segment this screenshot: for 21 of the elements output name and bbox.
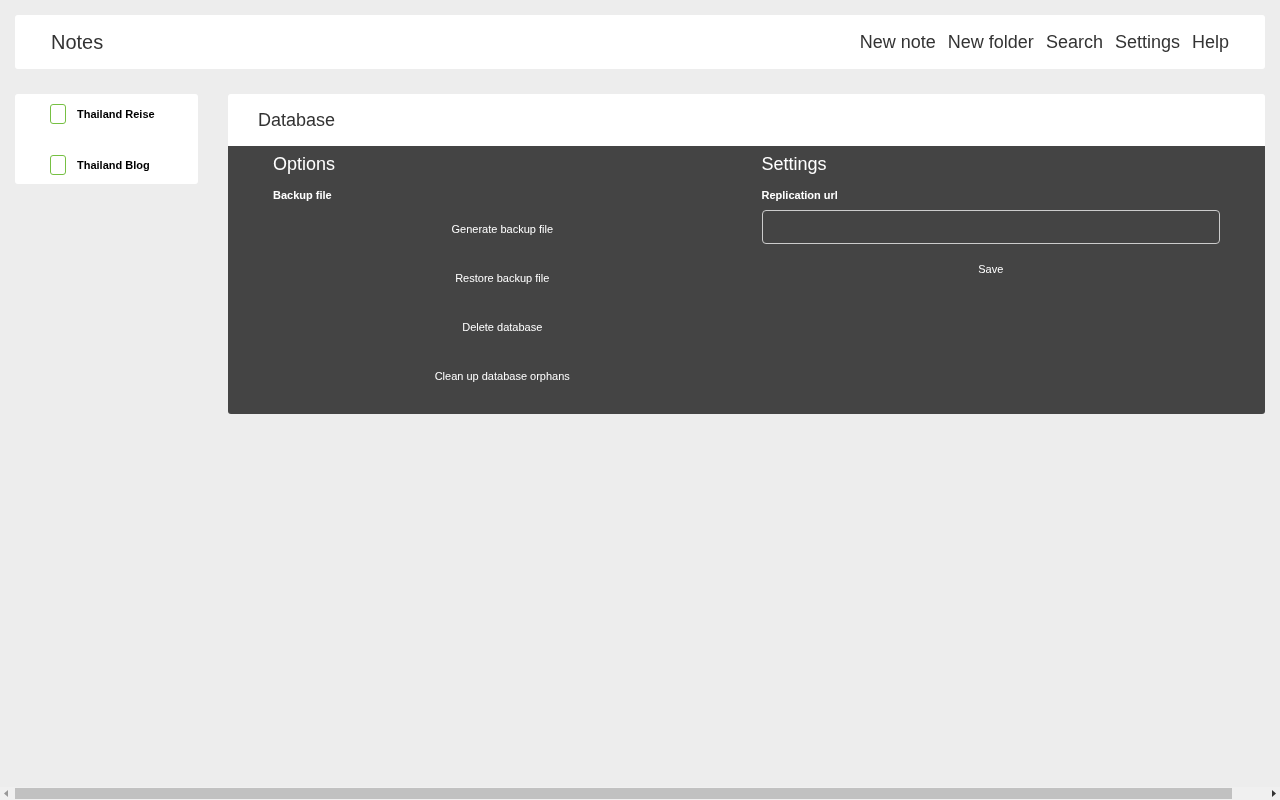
url-input-field[interactable] <box>761 210 1220 244</box>
nav-link[interactable]: Search <box>1045 31 1103 53</box>
note-icon <box>50 155 66 175</box>
action-button[interactable]: Generate backup file <box>443 204 561 253</box>
action-button[interactable]: Delete database <box>454 302 551 351</box>
nav-link[interactable]: Help <box>1191 31 1229 53</box>
field-label: Backup file <box>273 189 333 201</box>
field-label: Replication url <box>761 189 839 201</box>
save-button[interactable]: Save <box>970 244 1012 293</box>
action-button[interactable]: Restore backup file <box>447 253 558 302</box>
section-heading: Settings <box>761 154 828 175</box>
action-button[interactable]: Clean up database orphans <box>426 351 578 400</box>
note-title[interactable]: Thailand Reise <box>77 108 155 120</box>
app-title: Notes <box>51 30 104 54</box>
note-title[interactable]: Thailand Blog <box>77 159 150 171</box>
nav-link[interactable]: Settings <box>1114 31 1180 53</box>
page-title: Database <box>258 109 336 131</box>
nav-link[interactable]: New folder <box>947 31 1034 53</box>
nav-link[interactable]: New note <box>859 31 936 53</box>
section-heading: Options <box>273 154 337 175</box>
note-icon <box>50 104 66 124</box>
